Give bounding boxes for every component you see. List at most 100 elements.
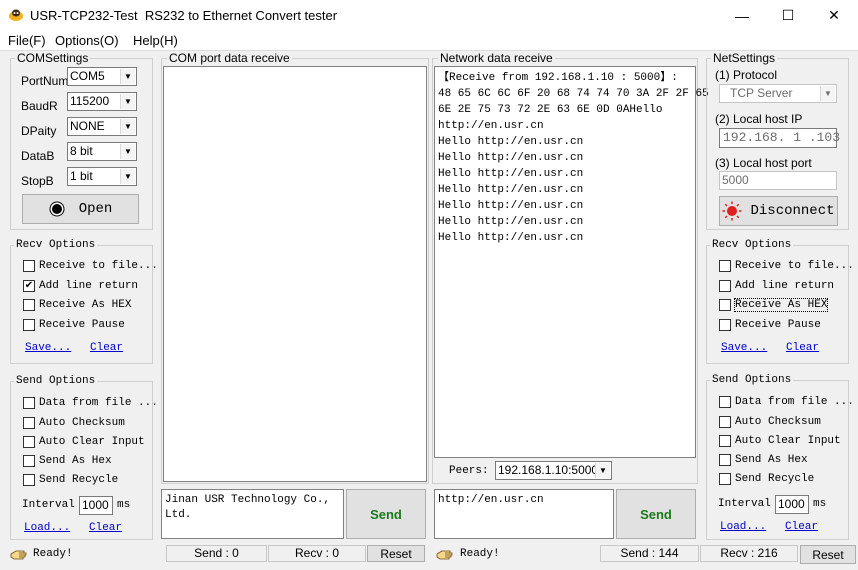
- left-send-options-title: Send Options: [14, 375, 98, 387]
- receive-line: Hello http://en.usr.cn: [438, 168, 584, 180]
- peers-select[interactable]: 192.168.1.10:5000 ▼: [495, 461, 612, 480]
- left-receive-hex-checkbox[interactable]: [23, 299, 35, 311]
- right-interval-label: Interval: [718, 498, 771, 510]
- network-send-button[interactable]: Send: [616, 489, 696, 539]
- ready-hand-icon: [10, 550, 27, 560]
- stopbits-select[interactable]: 1 bit ▼: [67, 167, 137, 186]
- local-port-label: (3) Local host port: [715, 156, 812, 170]
- com-send-button[interactable]: Send: [346, 489, 426, 539]
- left-send-as-hex-label: Send As Hex: [39, 455, 112, 467]
- right-send-as-hex-checkbox[interactable]: [719, 454, 731, 466]
- open-button[interactable]: Open: [22, 194, 139, 224]
- receive-line: Hello http://en.usr.cn: [438, 216, 584, 228]
- network-receive-area[interactable]: 【Receive from 192.168.1.10 : 5000】: 48 6…: [434, 66, 709, 458]
- left-send-recycle-checkbox[interactable]: [23, 474, 35, 486]
- left-send-recycle-label: Send Recycle: [39, 474, 119, 486]
- right-add-line-return-checkbox[interactable]: [719, 280, 731, 292]
- right-receive-hex-label: Receive As HEX: [733, 298, 829, 312]
- left-receive-pause-label: Receive Pause: [39, 319, 125, 331]
- right-send-clear-link[interactable]: Clear: [785, 521, 818, 533]
- left-reset-button[interactable]: Reset: [367, 545, 425, 562]
- left-data-from-file-label: Data from file ...: [39, 397, 158, 409]
- portnum-label: PortNum: [21, 74, 69, 88]
- baudrate-label: BaudR: [21, 99, 58, 113]
- local-port-input[interactable]: 5000: [719, 171, 837, 190]
- chevron-down-icon: ▼: [120, 169, 135, 184]
- stopbits-label: StopB: [21, 174, 54, 188]
- left-add-line-return-checkbox[interactable]: ✔: [23, 280, 35, 292]
- receive-line: 48 65 6C 6C 6F 20 68 74 74 70 3A 2F 2F 6…: [438, 88, 709, 100]
- databits-select[interactable]: 8 bit ▼: [67, 142, 137, 161]
- receive-line: Hello http://en.usr.cn: [438, 200, 584, 212]
- left-auto-clear-input-label: Auto Clear Input: [39, 436, 145, 448]
- menu-help[interactable]: Help(H): [133, 33, 178, 48]
- right-send-as-hex-label: Send As Hex: [735, 454, 808, 466]
- right-recv-clear-link[interactable]: Clear: [786, 342, 819, 354]
- right-data-from-file-checkbox[interactable]: [719, 396, 731, 408]
- network-receive-title: Network data receive: [438, 51, 555, 65]
- right-auto-clear-input-label: Auto Clear Input: [735, 435, 841, 447]
- menu-file[interactable]: File(F): [8, 33, 46, 48]
- receive-line: 【Receive from 192.168.1.10 : 5000】:: [438, 72, 678, 84]
- com-send-input[interactable]: Jinan USR Technology Co., Ltd.: [161, 489, 344, 539]
- right-interval-input[interactable]: 1000: [775, 495, 809, 514]
- local-ip-input[interactable]: 192.168. 1 .103: [719, 128, 840, 148]
- com-receive-area[interactable]: [163, 66, 427, 482]
- right-recv-options-title: Recv Options: [710, 239, 794, 251]
- left-auto-checksum-label: Auto Checksum: [39, 417, 125, 429]
- left-receive-to-file-checkbox[interactable]: [23, 260, 35, 272]
- left-recv-clear-link[interactable]: Clear: [90, 342, 123, 354]
- maximize-button[interactable]: ☐: [765, 0, 811, 31]
- left-load-link[interactable]: Load...: [24, 522, 70, 534]
- left-send-as-hex-checkbox[interactable]: [23, 455, 35, 467]
- network-send-input[interactable]: http://en.usr.cn: [434, 489, 614, 539]
- title-bar: USR-TCP232-Test RS232 to Ethernet Conver…: [0, 0, 858, 31]
- chevron-down-icon: ▼: [120, 94, 135, 109]
- right-auto-clear-input-checkbox[interactable]: [719, 435, 731, 447]
- right-receive-to-file-checkbox[interactable]: [719, 260, 731, 272]
- left-send-clear-link[interactable]: Clear: [89, 522, 122, 534]
- right-send-recycle-checkbox[interactable]: [719, 473, 731, 485]
- local-ip-label: (2) Local host IP: [715, 112, 803, 126]
- right-auto-checksum-checkbox[interactable]: [719, 416, 731, 428]
- connection-status-icon: [722, 201, 742, 221]
- right-send-recycle-label: Send Recycle: [735, 473, 815, 485]
- check-icon: ✔: [24, 280, 34, 291]
- left-receive-to-file-label: Receive to file...: [39, 260, 158, 272]
- left-auto-clear-input-checkbox[interactable]: [23, 436, 35, 448]
- receive-line: Hello http://en.usr.cn: [438, 136, 584, 148]
- receive-line: Hello http://en.usr.cn: [438, 152, 584, 164]
- right-load-link[interactable]: Load...: [720, 521, 766, 533]
- left-data-from-file-checkbox[interactable]: [23, 397, 35, 409]
- minimize-button[interactable]: —: [719, 0, 765, 31]
- protocol-label: (1) Protocol: [715, 68, 778, 82]
- left-save-link[interactable]: Save...: [25, 342, 71, 354]
- right-receive-pause-label: Receive Pause: [735, 319, 821, 331]
- protocol-select[interactable]: TCP Server ▼: [719, 84, 837, 103]
- disconnect-button[interactable]: Disconnect: [719, 196, 838, 226]
- right-receive-pause-checkbox[interactable]: [719, 319, 731, 331]
- left-receive-hex-label: Receive As HEX: [39, 299, 132, 311]
- right-save-link[interactable]: Save...: [721, 342, 767, 354]
- menu-options[interactable]: Options(O): [55, 33, 119, 48]
- left-ready-status: Ready!: [33, 548, 73, 560]
- right-send-count: Send : 144: [600, 545, 699, 562]
- right-auto-checksum-label: Auto Checksum: [735, 416, 821, 428]
- baudrate-select[interactable]: 115200 ▼: [67, 92, 137, 111]
- portnum-select[interactable]: COM5 ▼: [67, 67, 137, 86]
- net-settings-title: NetSettings: [711, 51, 778, 65]
- parity-label: DPaity: [21, 124, 57, 138]
- window-title: USR-TCP232-Test RS232 to Ethernet Conver…: [30, 8, 338, 23]
- receive-line: Hello http://en.usr.cn: [438, 184, 584, 196]
- left-interval-input[interactable]: 1000: [79, 496, 113, 515]
- close-button[interactable]: ✕: [811, 0, 857, 31]
- right-receive-to-file-label: Receive to file...: [735, 260, 854, 272]
- parity-select[interactable]: NONE ▼: [67, 117, 137, 136]
- left-receive-pause-checkbox[interactable]: [23, 319, 35, 331]
- right-receive-hex-checkbox[interactable]: [719, 299, 731, 311]
- left-auto-checksum-checkbox[interactable]: [23, 417, 35, 429]
- menu-bar: File(F) Options(O) Help(H): [0, 31, 858, 51]
- ready-hand-icon: [436, 550, 453, 560]
- right-reset-button[interactable]: Reset: [800, 545, 856, 564]
- right-interval-unit: ms: [813, 498, 827, 510]
